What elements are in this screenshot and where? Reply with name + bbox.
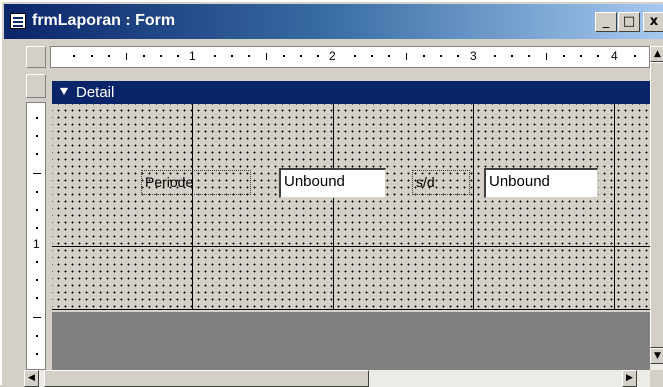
window-title: frmLaporan : Form (32, 12, 176, 29)
scroll-down-button[interactable]: ▼ (650, 348, 663, 364)
scroll-left-button[interactable]: ◀ (24, 370, 39, 387)
ruler-number-3: 3 (470, 49, 477, 63)
vertical-ruler[interactable]: 1 (26, 102, 46, 370)
ruler-number-2: 2 (329, 49, 336, 63)
section-arrow-icon: ⯆ (58, 83, 71, 101)
ruler-number-4: 4 (611, 49, 618, 63)
horizontal-ruler[interactable]: 1 2 3 4 (50, 46, 650, 68)
maximize-button[interactable]: □ (618, 12, 640, 32)
section-label: Detail (76, 84, 115, 101)
close-button[interactable]: x (643, 12, 663, 32)
form-icon[interactable] (10, 13, 26, 29)
detail-section-header[interactable]: ⯆ Detail (52, 81, 652, 104)
ruler-number-1: 1 (189, 49, 196, 63)
vertical-ruler-number-1: 1 (33, 237, 40, 251)
horizontal-scroll-thumb[interactable] (44, 370, 369, 387)
section-selector[interactable] (26, 74, 46, 98)
end-date-textbox[interactable]: Unbound (484, 168, 598, 198)
form-background-area (52, 312, 652, 370)
detail-section-grid[interactable]: Periode Unbound s/d Unbound (52, 104, 652, 310)
form-design-window: frmLaporan : Form _ □ x 1 2 3 4 1 ⯆ Deta… (0, 0, 663, 387)
scroll-up-button[interactable]: ▲ (650, 46, 663, 62)
horizontal-scrollbar[interactable]: ◀ ▶ (24, 370, 650, 387)
title-bar[interactable]: frmLaporan : Form _ □ x (4, 4, 663, 39)
form-selector[interactable] (26, 46, 46, 68)
vertical-scroll-thumb[interactable] (650, 62, 663, 348)
periode-label[interactable]: Periode (141, 170, 251, 195)
start-date-textbox[interactable]: Unbound (279, 168, 386, 198)
scroll-right-button[interactable]: ▶ (622, 370, 637, 387)
vertical-scrollbar[interactable]: ▲ ▼ (650, 46, 663, 370)
window-left-frame (4, 39, 24, 387)
minimize-button[interactable]: _ (595, 12, 617, 32)
sd-label[interactable]: s/d (412, 170, 470, 195)
